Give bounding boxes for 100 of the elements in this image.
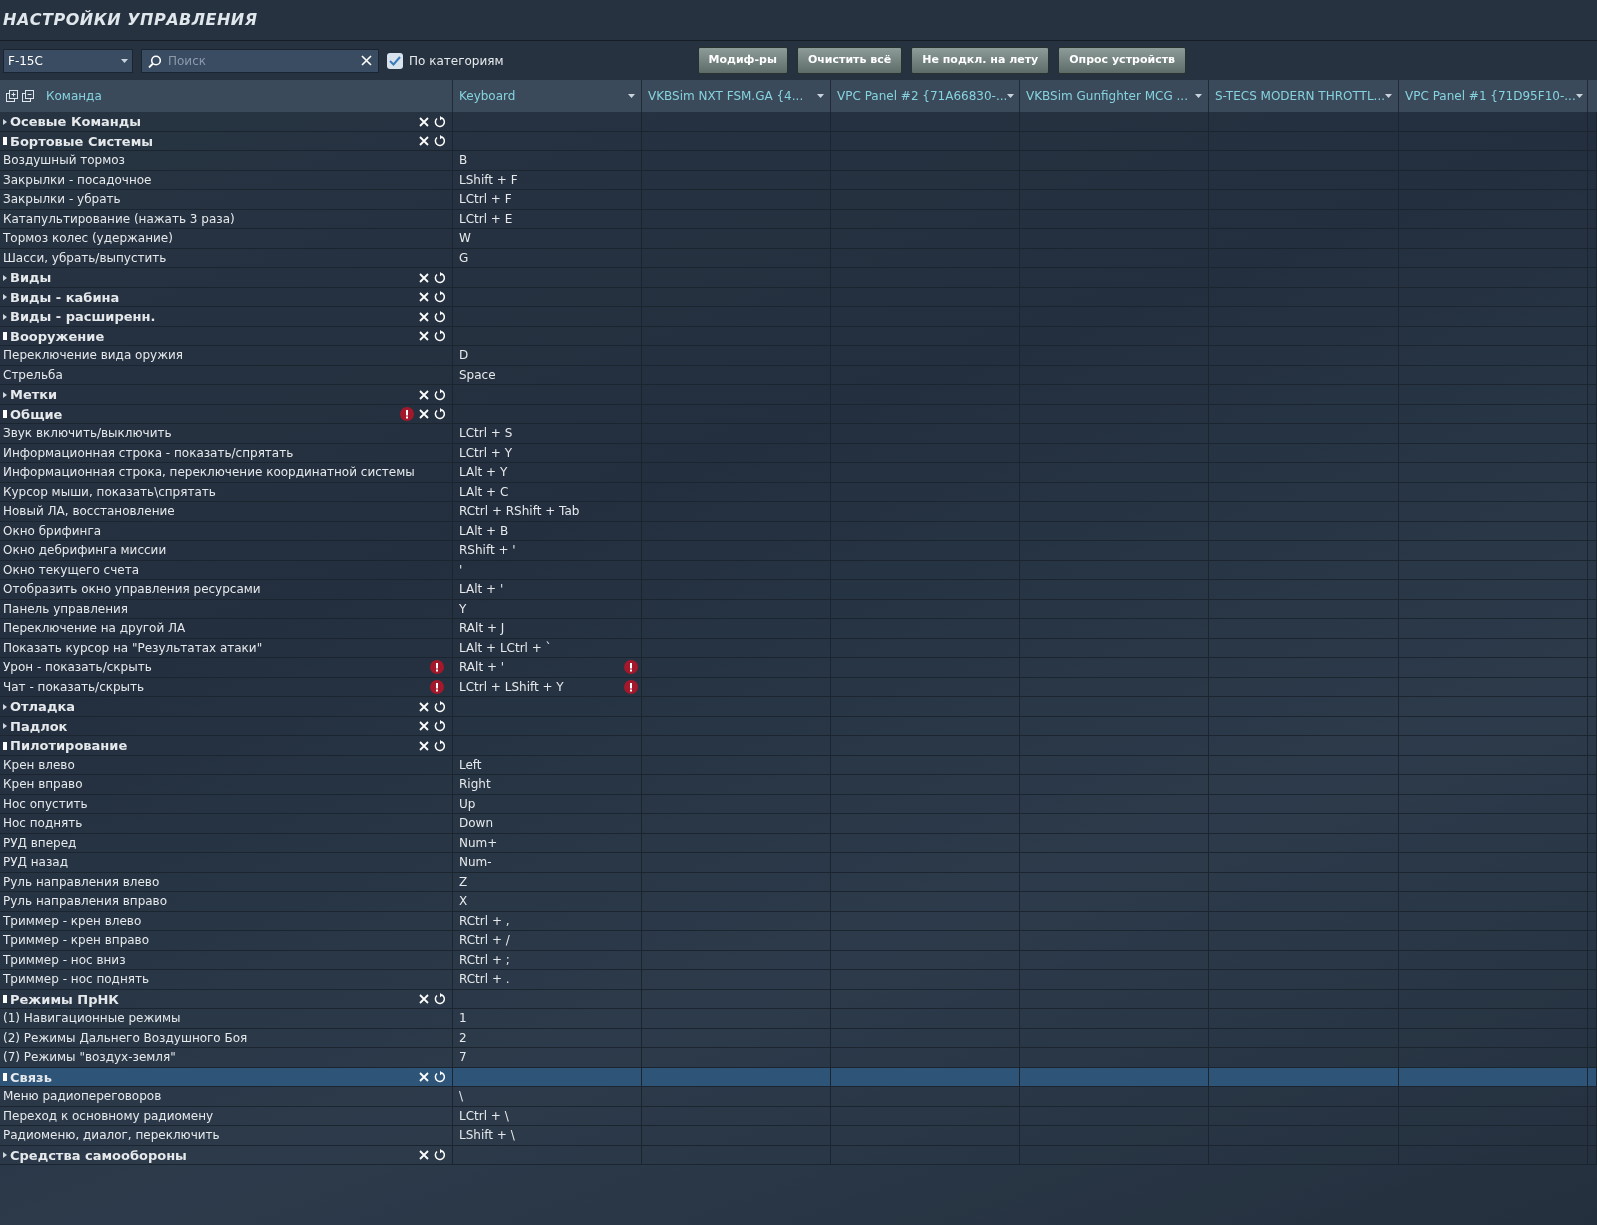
reset-button[interactable] — [434, 408, 446, 421]
category-row[interactable]: Падлок — [0, 716, 1597, 736]
command-row[interactable]: Новый ЛА, восстановление RCtrl + RShift + Tab — [0, 502, 1597, 522]
command-row[interactable]: Триммер - крен вправо RCtrl + / — [0, 931, 1597, 951]
category-row[interactable]: Виды — [0, 268, 1597, 288]
column-header[interactable]: VKBSim Gunfighter MCG ... — [1026, 87, 1188, 105]
command-row[interactable]: (1) Навигационные режимы 1 — [0, 1009, 1597, 1029]
command-row[interactable]: Триммер - нос вниз RCtrl + ; — [0, 950, 1597, 970]
category-row[interactable]: Общие — [0, 404, 1597, 424]
clear-button[interactable] — [419, 994, 429, 1005]
reset-button[interactable] — [434, 1149, 446, 1162]
reset-button[interactable] — [434, 1071, 446, 1084]
clear-button[interactable] — [419, 1150, 429, 1161]
command-row[interactable]: (7) Режимы "воздух-земля" 7 — [0, 1048, 1597, 1068]
command-row[interactable]: Нос поднять Down — [0, 814, 1597, 834]
command-row[interactable]: РУД назад Num- — [0, 853, 1597, 873]
command-row[interactable]: Курсор мыши, показать\спрятать LAlt + C — [0, 482, 1597, 502]
command-row[interactable]: РУД вперед Num+ — [0, 833, 1597, 853]
clear-button[interactable] — [419, 389, 429, 400]
column-header[interactable]: VKBSim NXT FSM.GA {4... — [648, 87, 804, 105]
clear-button[interactable] — [419, 272, 429, 283]
command-row[interactable]: Катапультирование (нажать 3 раза) LCtrl + E — [0, 209, 1597, 229]
command-row[interactable]: Воздушный тормоз B — [0, 151, 1597, 171]
reset-button[interactable] — [434, 720, 446, 733]
command-row[interactable]: Руль направления вправо X — [0, 892, 1597, 912]
command-row[interactable]: Окно текущего счета ' — [0, 560, 1597, 580]
category-row[interactable]: Связь — [0, 1067, 1597, 1087]
command-row[interactable]: Нос опустить Up — [0, 794, 1597, 814]
category-row[interactable]: Бортовые Системы — [0, 131, 1597, 151]
column-header[interactable]: VPC Panel #2 {71A66830-... — [837, 87, 1008, 105]
command-row[interactable]: Стрельба Space — [0, 365, 1597, 385]
reset-button[interactable] — [434, 388, 446, 401]
category-row[interactable]: Метки — [0, 385, 1597, 405]
command-row[interactable]: Панель управления Y — [0, 599, 1597, 619]
reset-button[interactable] — [434, 739, 446, 752]
reset-button[interactable] — [434, 310, 446, 323]
clear-search-button[interactable] — [361, 54, 372, 66]
command-row[interactable]: Шасси, убрать/выпустить G — [0, 248, 1597, 268]
clear-button[interactable] — [419, 331, 429, 342]
reset-button[interactable] — [434, 291, 446, 304]
expand-all-icon[interactable] — [6, 90, 18, 102]
command-row[interactable]: Показать курсор на "Результатах атаки" LAlt + LCtrl + ` — [0, 638, 1597, 658]
command-row[interactable]: Меню радиопереговоров \ — [0, 1087, 1597, 1107]
column-header[interactable]: VPC Panel #1 {71D95F10-... — [1405, 87, 1576, 105]
clear-button[interactable] — [419, 740, 429, 751]
command-row[interactable]: Переключение вида оружия D — [0, 346, 1597, 366]
clear-button[interactable] — [419, 1072, 429, 1083]
checkbox[interactable] — [387, 52, 403, 69]
toolbar-button[interactable]: Модиф-ры — [697, 47, 788, 74]
command-row[interactable]: Триммер - нос поднять RCtrl + . — [0, 970, 1597, 990]
command-row[interactable]: Триммер - крен влево RCtrl + , — [0, 911, 1597, 931]
command-row[interactable]: Окно дебрифинга миссии RShift + ' — [0, 541, 1597, 561]
reset-button[interactable] — [434, 135, 446, 148]
category-row[interactable]: Осевые Команды — [0, 112, 1597, 132]
category-row[interactable]: Виды - кабина — [0, 287, 1597, 307]
command-row[interactable]: Окно брифинга LAlt + B — [0, 521, 1597, 541]
command-row[interactable]: Закрылки - посадочное LShift + F — [0, 170, 1597, 190]
command-row[interactable]: Радиоменю, диалог, переключить LShift + \ — [0, 1126, 1597, 1146]
command-row[interactable]: Переключение на другой ЛА RAlt + J — [0, 619, 1597, 639]
reset-button[interactable] — [434, 115, 446, 128]
reset-button[interactable] — [434, 271, 446, 284]
category-row[interactable]: Средства самообороны — [0, 1145, 1597, 1165]
collapse-all-icon[interactable] — [22, 90, 34, 102]
column-header[interactable]: Команда — [46, 87, 102, 105]
aircraft-dropdown[interactable]: F-15C — [3, 48, 133, 73]
clear-button[interactable] — [419, 721, 429, 732]
command-row[interactable]: Информационная строка - показать/спрятать LCtrl + Y — [0, 443, 1597, 463]
command-row[interactable]: Руль направления влево Z — [0, 872, 1597, 892]
clear-button[interactable] — [419, 116, 429, 127]
command-row[interactable]: Информационная строка, переключение координатной системы LAlt + Y — [0, 463, 1597, 483]
key-binding: 1 — [459, 1010, 467, 1028]
category-row[interactable]: Вооружение — [0, 326, 1597, 346]
category-row[interactable]: Режимы ПрНК — [0, 989, 1597, 1009]
clear-button[interactable] — [419, 311, 429, 322]
command-row[interactable]: (2) Режимы Дальнего Воздушного Боя 2 — [0, 1028, 1597, 1048]
command-row[interactable]: Крен влево Left — [0, 755, 1597, 775]
clear-button[interactable] — [419, 136, 429, 147]
clear-button[interactable] — [419, 409, 429, 420]
search-field[interactable]: Поиск — [141, 48, 379, 73]
clear-button[interactable] — [419, 701, 429, 712]
category-row[interactable]: Пилотирование — [0, 736, 1597, 756]
reset-button[interactable] — [434, 700, 446, 713]
command-row[interactable]: Урон - показать/скрыть RAlt + ' — [0, 658, 1597, 678]
reset-button[interactable] — [434, 330, 446, 343]
command-row[interactable]: Звук включить/выключить LCtrl + S — [0, 424, 1597, 444]
category-row[interactable]: Виды - расширенн. — [0, 307, 1597, 327]
command-row[interactable]: Переход к основному радиомену LCtrl + \ — [0, 1106, 1597, 1126]
clear-button[interactable] — [419, 292, 429, 303]
command-row[interactable]: Тормоз колес (удержание) W — [0, 229, 1597, 249]
toolbar-button[interactable]: Очистить всё — [796, 47, 903, 74]
command-row[interactable]: Закрылки - убрать LCtrl + F — [0, 190, 1597, 210]
reset-button[interactable] — [434, 993, 446, 1006]
command-row[interactable]: Чат - показать/скрыть LCtrl + LShift + Y — [0, 677, 1597, 697]
toolbar-button[interactable]: Опрос устройств — [1058, 47, 1186, 74]
column-header[interactable]: Keyboard — [459, 87, 516, 105]
toolbar-button[interactable]: Не подкл. на лету — [911, 47, 1050, 74]
command-row[interactable]: Крен вправо Right — [0, 775, 1597, 795]
category-row[interactable]: Отладка — [0, 697, 1597, 717]
command-row[interactable]: Отобразить окно управления ресурсами LAlt + ' — [0, 580, 1597, 600]
column-header[interactable]: S-TECS MODERN THROTTL... — [1215, 87, 1386, 105]
